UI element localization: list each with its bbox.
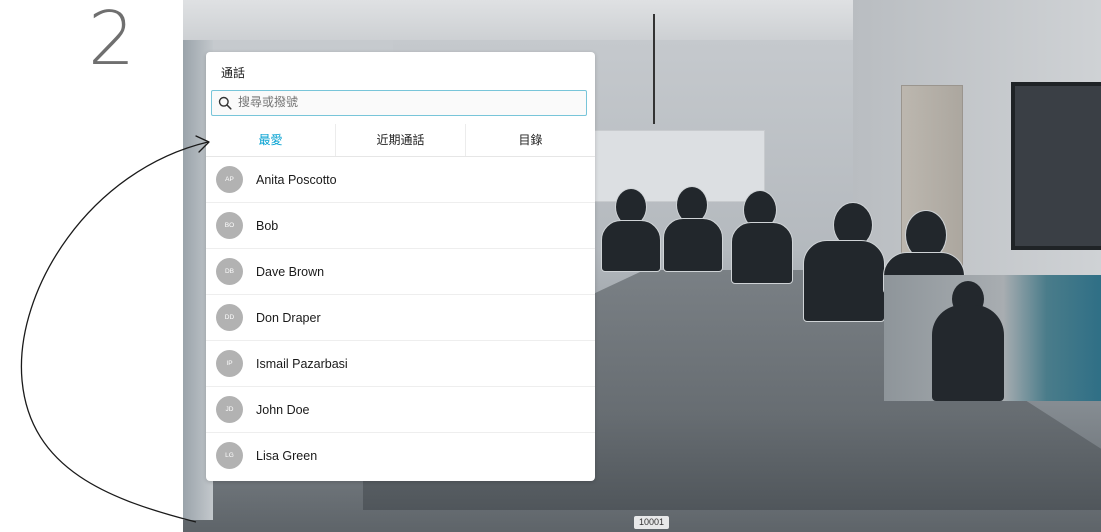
contact-name: Bob — [256, 218, 279, 233]
call-panel: 通話 最愛 近期通話 目錄 AP Anita Poscotto BO Bob D… — [206, 52, 595, 481]
contact-name: Don Draper — [256, 310, 321, 325]
contact-item[interactable]: DB Dave Brown — [206, 249, 595, 295]
tab-recents[interactable]: 近期通話 — [336, 124, 466, 156]
participant-silhouette — [601, 220, 661, 272]
step-number: 2 — [88, 0, 136, 82]
participant-silhouette — [731, 222, 793, 284]
avatar: AP — [216, 166, 243, 193]
participant-silhouette — [663, 218, 723, 272]
avatar: JD — [216, 396, 243, 423]
tab-bar: 最愛 近期通話 目錄 — [206, 124, 595, 157]
contact-name: John Doe — [256, 402, 310, 417]
contact-item[interactable]: JD John Doe — [206, 387, 595, 433]
self-view-person — [932, 305, 1004, 401]
participant-silhouette — [803, 240, 885, 322]
contact-item[interactable]: IP Ismail Pazarbasi — [206, 341, 595, 387]
search-box[interactable] — [211, 90, 587, 116]
wall-picture — [1011, 82, 1101, 250]
contact-name: Ismail Pazarbasi — [256, 356, 348, 371]
contact-list: AP Anita Poscotto BO Bob DB Dave Brown D… — [206, 157, 595, 478]
search-icon — [218, 96, 232, 110]
contact-item[interactable]: LG Lisa Green — [206, 433, 595, 478]
contact-name: Dave Brown — [256, 264, 325, 279]
contact-name: Lisa Green — [256, 448, 318, 463]
avatar: DD — [216, 304, 243, 331]
panel-title: 通話 — [221, 66, 246, 80]
tab-favorites[interactable]: 最愛 — [206, 124, 336, 156]
self-view[interactable] — [884, 275, 1101, 401]
call-id-label: 10001 — [634, 516, 670, 529]
avatar: IP — [216, 350, 243, 377]
contact-item[interactable]: DD Don Draper — [206, 295, 595, 341]
ceiling-pendant — [653, 14, 655, 124]
avatar: LG — [216, 442, 243, 469]
search-input[interactable] — [238, 91, 568, 114]
avatar: BO — [216, 212, 243, 239]
contact-item[interactable]: BO Bob — [206, 203, 595, 249]
tab-directory[interactable]: 目錄 — [466, 124, 595, 156]
contact-name: Anita Poscotto — [256, 172, 337, 187]
contact-item[interactable]: AP Anita Poscotto — [206, 157, 595, 203]
avatar: DB — [216, 258, 243, 285]
room-whiteboard — [578, 130, 765, 202]
